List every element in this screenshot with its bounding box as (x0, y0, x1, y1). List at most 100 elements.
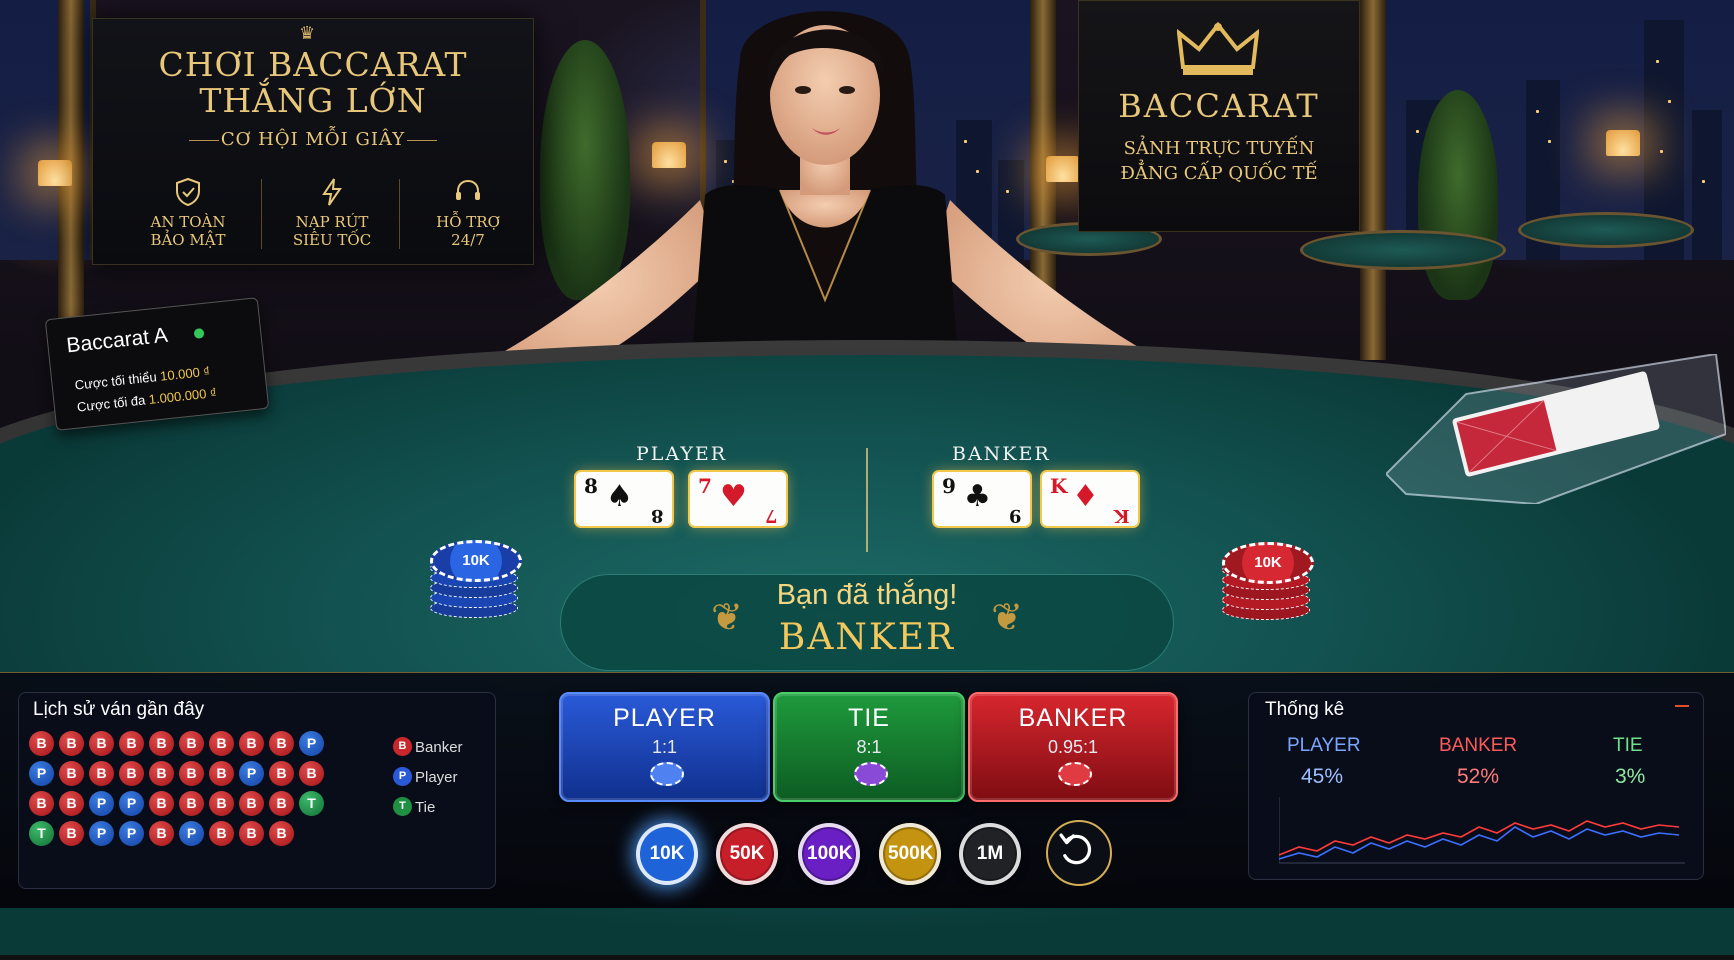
stats-trend-chart (1279, 797, 1685, 864)
bead-b: B (119, 761, 144, 786)
chip-label: 10K (649, 843, 685, 864)
bead-b: B (89, 761, 114, 786)
history-title: Lịch sử ván gần đây (33, 699, 205, 720)
stat-player-label: PLAYER (1287, 735, 1361, 756)
min-bet-label: Cược tối thiểu (73, 369, 158, 393)
player-area-label: PLAYER (636, 443, 728, 465)
bead-b: B (59, 821, 84, 846)
player-trend-line (1279, 826, 1680, 860)
chip-icon (854, 762, 888, 786)
chip-500k[interactable]: 500K (879, 823, 941, 885)
chip-stack-value: 10K (1222, 542, 1314, 584)
player-chip-stack: 10K (430, 540, 522, 620)
max-bet-value: 1.000.000 ₫ (148, 384, 218, 408)
card-rank: 7 (698, 474, 712, 498)
menu-icon[interactable] (1675, 705, 1689, 707)
banker-area-label: BANKER (952, 443, 1051, 465)
bead-b: B (299, 761, 324, 786)
feature-line1: AN TOÀN (150, 213, 226, 231)
bead-b: B (209, 821, 234, 846)
stats-panel: Thống kê PLAYER 45% BANKER 52% TIE 3% (1248, 692, 1704, 880)
feature-line2: SIÊU TỐC (292, 231, 372, 249)
promo-banner: ♛ CHƠI BACCARAT THẮNG LỚN CƠ HỘI MỖI GIÂ… (92, 18, 534, 265)
card-rank: 7 (765, 505, 778, 526)
card-suit: ♠ (606, 479, 633, 514)
side-table (1518, 212, 1694, 248)
bead-b: B (149, 791, 174, 816)
stat-player-pct: 45% (1301, 765, 1344, 788)
chip-50k[interactable]: 50K (716, 823, 778, 885)
legend-dot: T (393, 797, 412, 816)
legend-banker: B Banker (393, 737, 463, 756)
feature-line2: BẢO MẬT (150, 231, 226, 249)
bead-p: P (239, 761, 264, 786)
felt-divider (866, 448, 868, 552)
bet-tie-button[interactable]: TIE 8:1 (773, 692, 965, 802)
bet-banker-button[interactable]: BANKER 0.95:1 (968, 692, 1178, 802)
lamp (38, 160, 72, 186)
bead-b: B (239, 731, 264, 756)
bead-p: P (89, 821, 114, 846)
result-banner: Bạn đã thắng! BANKER ❦ ❦ (560, 574, 1174, 671)
chip-1m[interactable]: 1M (959, 823, 1021, 885)
bead-p: P (29, 761, 54, 786)
legend-label: Banker (415, 739, 463, 756)
banner-title: CHƠI BACCARAT THẮNG LỚN (93, 47, 533, 119)
divider (407, 140, 437, 141)
legend-tie: T Tie (393, 797, 436, 816)
bet-odds: 1:1 (651, 737, 678, 757)
divider (261, 179, 262, 249)
bead-b: B (179, 761, 204, 786)
bead-b: B (239, 791, 264, 816)
feature-line1: NẠP RÚT (295, 213, 369, 231)
bet-player-button[interactable]: PLAYER 1:1 (559, 692, 770, 802)
bead-p: P (119, 791, 144, 816)
bead-b: B (209, 731, 234, 756)
min-bet-value: 10.000 ₫ (159, 363, 211, 384)
chip-icon (649, 762, 684, 786)
stat-banker-label: BANKER (1439, 735, 1518, 756)
bead-b: B (269, 731, 294, 756)
card-suit: ♦ (1072, 479, 1099, 514)
stat-banker-pct: 52% (1457, 765, 1500, 788)
shield-icon (176, 177, 200, 207)
legend-label: Tie (415, 799, 436, 816)
chip-10k[interactable]: 10K (636, 823, 698, 885)
pillar (1360, 0, 1386, 360)
card-rank: 9 (1009, 505, 1022, 526)
feature-security: AN TOÀN BẢO MẬT (123, 177, 253, 249)
bead-b: B (89, 731, 114, 756)
stats-title: Thống kê (1265, 699, 1345, 720)
bet-odds: 0.95:1 (1047, 737, 1099, 757)
card-suit: ♥ (720, 479, 747, 514)
player-card-1: 8 ♠ 8 (576, 472, 672, 526)
player-card-2: 7 ♥ 7 (690, 472, 786, 526)
bead-b: B (179, 731, 204, 756)
history-panel: Lịch sử ván gần đây BBBBBBBBBPPBBBBBBPBB… (18, 692, 496, 889)
legend-label: Player (415, 769, 458, 786)
card-shoe (1386, 354, 1726, 504)
feature-deposit: NẠP RÚT SIÊU TỐC (267, 177, 397, 249)
lamp (1606, 130, 1640, 156)
chip-label: 100K (807, 843, 853, 864)
status-dot-icon (193, 327, 205, 339)
bead-b: B (59, 731, 84, 756)
chip-100k[interactable]: 100K (798, 823, 860, 885)
chip-label: 50K (729, 843, 765, 864)
bead-b: B (209, 791, 234, 816)
bead-b: B (29, 731, 54, 756)
bet-label: TIE (848, 704, 890, 732)
headset-icon (456, 179, 480, 200)
laurel-icon: ❦ (991, 597, 1023, 639)
laurel-icon: ❦ (711, 597, 743, 639)
result-winner: BANKER (778, 617, 956, 658)
bead-p: P (179, 821, 204, 846)
card-rank: 8 (584, 474, 598, 498)
chip-label: 1M (976, 843, 1004, 864)
banker-card-2: K ♦ K (1042, 472, 1138, 526)
stat-tie-pct: 3% (1615, 765, 1646, 788)
card-rank: K (1114, 505, 1130, 526)
bet-label: PLAYER (613, 704, 716, 732)
undo-button[interactable] (1046, 820, 1112, 886)
legend-player: P Player (393, 767, 458, 786)
